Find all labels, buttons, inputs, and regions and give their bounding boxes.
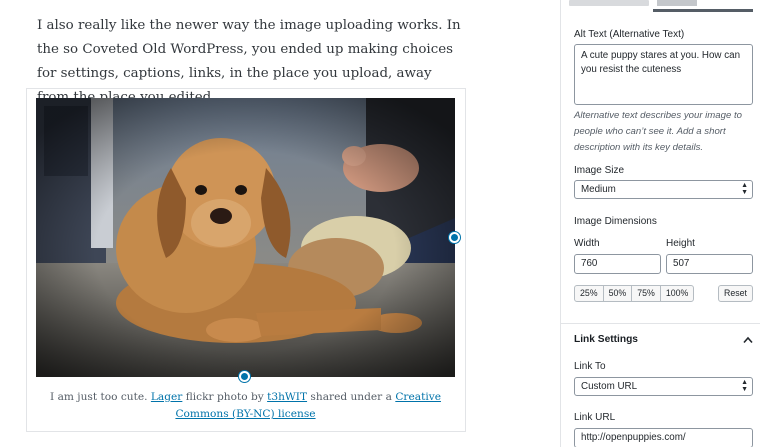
scale-75-button[interactable]: 75% xyxy=(631,285,661,302)
image-size-select[interactable]: Medium ▲ ▼ xyxy=(574,180,753,199)
resize-handle-bottom-icon[interactable] xyxy=(239,371,250,382)
panel-divider xyxy=(561,323,760,324)
scale-50-button[interactable]: 50% xyxy=(602,285,633,302)
active-tab-indicator xyxy=(653,9,753,12)
width-label: Width xyxy=(574,238,600,249)
height-input[interactable]: 507 xyxy=(666,254,753,274)
caption-text: flickr photo by xyxy=(182,391,268,403)
sidebar-tabs[interactable] xyxy=(561,0,760,12)
reset-button[interactable]: Reset xyxy=(718,285,753,302)
alt-text-help: Alternative text describes your image to… xyxy=(574,110,742,153)
chevron-up-icon[interactable] xyxy=(743,336,753,344)
image-dimensions-label: Image Dimensions xyxy=(574,216,657,227)
caption-link-author[interactable]: t3hWIT xyxy=(267,391,307,403)
width-input[interactable]: 760 xyxy=(574,254,661,274)
height-label: Height xyxy=(666,238,695,249)
editor-canvas: I also really like the newer way the ima… xyxy=(0,0,560,447)
link-settings-heading[interactable]: Link Settings xyxy=(574,334,638,345)
image-size-value: Medium xyxy=(581,184,616,195)
caption-text: I am just too cute. xyxy=(50,391,151,403)
link-url-label: Link URL xyxy=(574,412,616,423)
alt-text-input[interactable]: A cute puppy stares at you. How can you … xyxy=(574,44,753,105)
scale-25-button[interactable]: 25% xyxy=(574,285,604,302)
alt-text-label: Alt Text (Alternative Text) xyxy=(574,29,685,40)
block-settings-sidebar: Alt Text (Alternative Text) A cute puppy… xyxy=(560,0,760,447)
image-caption[interactable]: I am just too cute. Lager flickr photo b… xyxy=(36,389,455,423)
link-to-label: Link To xyxy=(574,361,606,372)
select-arrows-icon: ▲ ▼ xyxy=(741,379,748,393)
resize-handle-right-icon[interactable] xyxy=(449,232,460,243)
link-to-select[interactable]: Custom URL ▲ ▼ xyxy=(574,377,753,396)
caption-text: shared under a xyxy=(307,391,396,403)
scale-button-group: 25% 50% 75% 100% xyxy=(574,285,695,302)
tab-document[interactable] xyxy=(569,0,649,6)
next-block-preview xyxy=(160,438,340,447)
tab-block[interactable] xyxy=(657,0,697,6)
link-to-value: Custom URL xyxy=(581,381,638,392)
caption-link-lager[interactable]: Lager xyxy=(151,391,182,403)
image-size-label: Image Size xyxy=(574,165,625,176)
puppy-image[interactable] xyxy=(36,98,455,377)
scale-100-button[interactable]: 100% xyxy=(659,285,695,302)
link-url-input[interactable]: http://openpuppies.com/ xyxy=(574,428,753,447)
select-arrows-icon: ▲ ▼ xyxy=(741,182,748,196)
